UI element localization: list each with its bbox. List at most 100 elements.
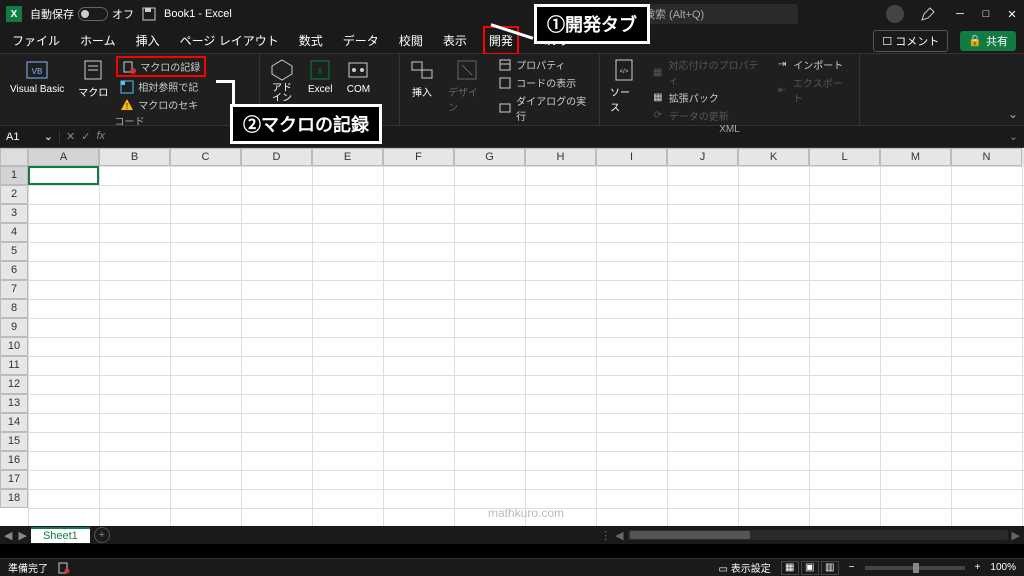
map-properties-button[interactable]: ▦ 対応付けのプロパティ (647, 56, 769, 88)
properties-button[interactable]: プロパティ (494, 56, 595, 73)
confirm-formula-icon[interactable]: ✓ (81, 130, 90, 143)
save-icon[interactable] (142, 7, 156, 21)
row-header[interactable]: 12 (0, 375, 28, 394)
expand-formula-bar-icon[interactable]: ⌄ (1003, 130, 1024, 143)
view-code-icon (498, 76, 512, 90)
visual-basic-button[interactable]: VB Visual Basic (4, 56, 70, 97)
horizontal-scrollbar[interactable] (628, 530, 1008, 540)
design-mode-button[interactable]: デザイン (442, 56, 492, 116)
row-header[interactable]: 10 (0, 337, 28, 356)
page-break-view-button[interactable]: ▥ (821, 561, 839, 575)
column-header[interactable]: L (809, 148, 880, 166)
column-header[interactable]: K (738, 148, 809, 166)
tab-insert[interactable]: 挿入 (132, 28, 164, 53)
scroll-right-icon[interactable]: ▶ (1012, 529, 1020, 542)
tab-formulas[interactable]: 数式 (295, 28, 327, 53)
macros-button[interactable]: マクロ (72, 56, 114, 101)
macro-security-button[interactable]: ! マクロのセキ (116, 96, 206, 113)
account-icon[interactable] (886, 5, 904, 23)
sheet-nav-prev-icon[interactable]: ◀ (4, 529, 12, 542)
addins-button[interactable]: アド イン (264, 56, 300, 106)
toggle-switch-icon[interactable] (78, 7, 108, 21)
row-header[interactable]: 9 (0, 318, 28, 337)
insert-control-button[interactable]: 挿入 (404, 56, 440, 101)
tab-view[interactable]: 表示 (439, 28, 471, 53)
column-header[interactable]: I (596, 148, 667, 166)
import-button[interactable]: ⇥ インポート (771, 56, 855, 73)
cancel-formula-icon[interactable]: ✕ (66, 130, 75, 143)
column-header[interactable]: E (312, 148, 383, 166)
column-header[interactable]: N (951, 148, 1022, 166)
select-all-corner[interactable] (0, 148, 28, 166)
collapse-ribbon-icon[interactable]: ⌄ (1008, 107, 1018, 121)
zoom-out-button[interactable]: − (849, 562, 855, 573)
active-cell[interactable] (28, 166, 99, 185)
refresh-data-button[interactable]: ⟳ データの更新 (647, 107, 769, 124)
pencil-icon[interactable] (920, 6, 936, 22)
row-header[interactable]: 17 (0, 470, 28, 489)
name-box[interactable]: A1 ⌄ (0, 130, 60, 143)
cells-area[interactable]: mathkuro.com (28, 166, 1024, 526)
autosave-state: オフ (112, 6, 134, 22)
row-header[interactable]: 1 (0, 166, 28, 185)
column-header[interactable]: H (525, 148, 596, 166)
sheet-nav-next-icon[interactable]: ▶ (18, 529, 26, 542)
add-sheet-button[interactable]: + (94, 527, 110, 543)
macro-record-status-icon[interactable] (58, 562, 70, 574)
expansion-packs-button[interactable]: ▦ 拡張パック (647, 89, 769, 106)
minimize-button[interactable]: ─ (954, 8, 966, 20)
row-header[interactable]: 14 (0, 413, 28, 432)
column-header[interactable]: G (454, 148, 525, 166)
design-mode-icon (455, 58, 479, 82)
comments-button[interactable]: ☐ コメント (873, 30, 948, 52)
column-header[interactable]: M (880, 148, 951, 166)
tab-home[interactable]: ホーム (76, 28, 120, 53)
scroll-left-icon[interactable]: ◀ (615, 529, 623, 542)
split-divider-icon[interactable]: ⋮ (600, 529, 611, 542)
tab-file[interactable]: ファイル (8, 28, 64, 53)
row-header[interactable]: 5 (0, 242, 28, 261)
view-code-button[interactable]: コードの表示 (494, 74, 595, 91)
row-header[interactable]: 16 (0, 451, 28, 470)
close-button[interactable]: ✕ (1006, 8, 1018, 21)
zoom-in-button[interactable]: + (975, 562, 981, 573)
run-dialog-button[interactable]: ダイアログの実行 (494, 92, 595, 124)
sheet-tab[interactable]: Sheet1 (31, 527, 90, 543)
excel-addins-button[interactable]: X Excel (302, 56, 338, 97)
row-header[interactable]: 2 (0, 185, 28, 204)
export-button[interactable]: ⇤ エクスポート (771, 74, 855, 106)
tab-data[interactable]: データ (339, 28, 383, 53)
row-header[interactable]: 11 (0, 356, 28, 375)
column-header[interactable]: A (28, 148, 99, 166)
row-header[interactable]: 6 (0, 261, 28, 280)
row-header[interactable]: 15 (0, 432, 28, 451)
visual-basic-icon: VB (25, 58, 49, 82)
row-header[interactable]: 3 (0, 204, 28, 223)
fx-icon[interactable]: fx (96, 130, 105, 143)
zoom-level[interactable]: 100% (990, 562, 1016, 573)
column-header[interactable]: B (99, 148, 170, 166)
tab-review[interactable]: 校閲 (395, 28, 427, 53)
relative-reference-label: 相対参照で記 (138, 79, 198, 94)
relative-reference-button[interactable]: 相対参照で記 (116, 78, 206, 95)
row-header[interactable]: 4 (0, 223, 28, 242)
column-header[interactable]: J (667, 148, 738, 166)
row-header[interactable]: 18 (0, 489, 28, 508)
column-header[interactable]: F (383, 148, 454, 166)
display-settings-button[interactable]: ▭ 表示設定 (719, 560, 771, 575)
row-header[interactable]: 7 (0, 280, 28, 299)
row-header[interactable]: 8 (0, 299, 28, 318)
com-addins-button[interactable]: COM (340, 56, 376, 97)
maximize-button[interactable]: □ (980, 8, 992, 20)
column-header[interactable]: C (170, 148, 241, 166)
xml-source-button[interactable]: </> ソース (604, 56, 645, 116)
page-layout-view-button[interactable]: ▣ (801, 561, 819, 575)
column-header[interactable]: D (241, 148, 312, 166)
normal-view-button[interactable]: ▦ (781, 561, 799, 575)
record-macro-button[interactable]: マクロの記録 (116, 56, 206, 77)
tab-page-layout[interactable]: ページ レイアウト (176, 28, 283, 53)
zoom-slider[interactable] (865, 566, 965, 570)
autosave-toggle[interactable]: 自動保存 オフ (30, 6, 134, 22)
share-button[interactable]: 🔒 共有 (960, 31, 1016, 51)
row-header[interactable]: 13 (0, 394, 28, 413)
